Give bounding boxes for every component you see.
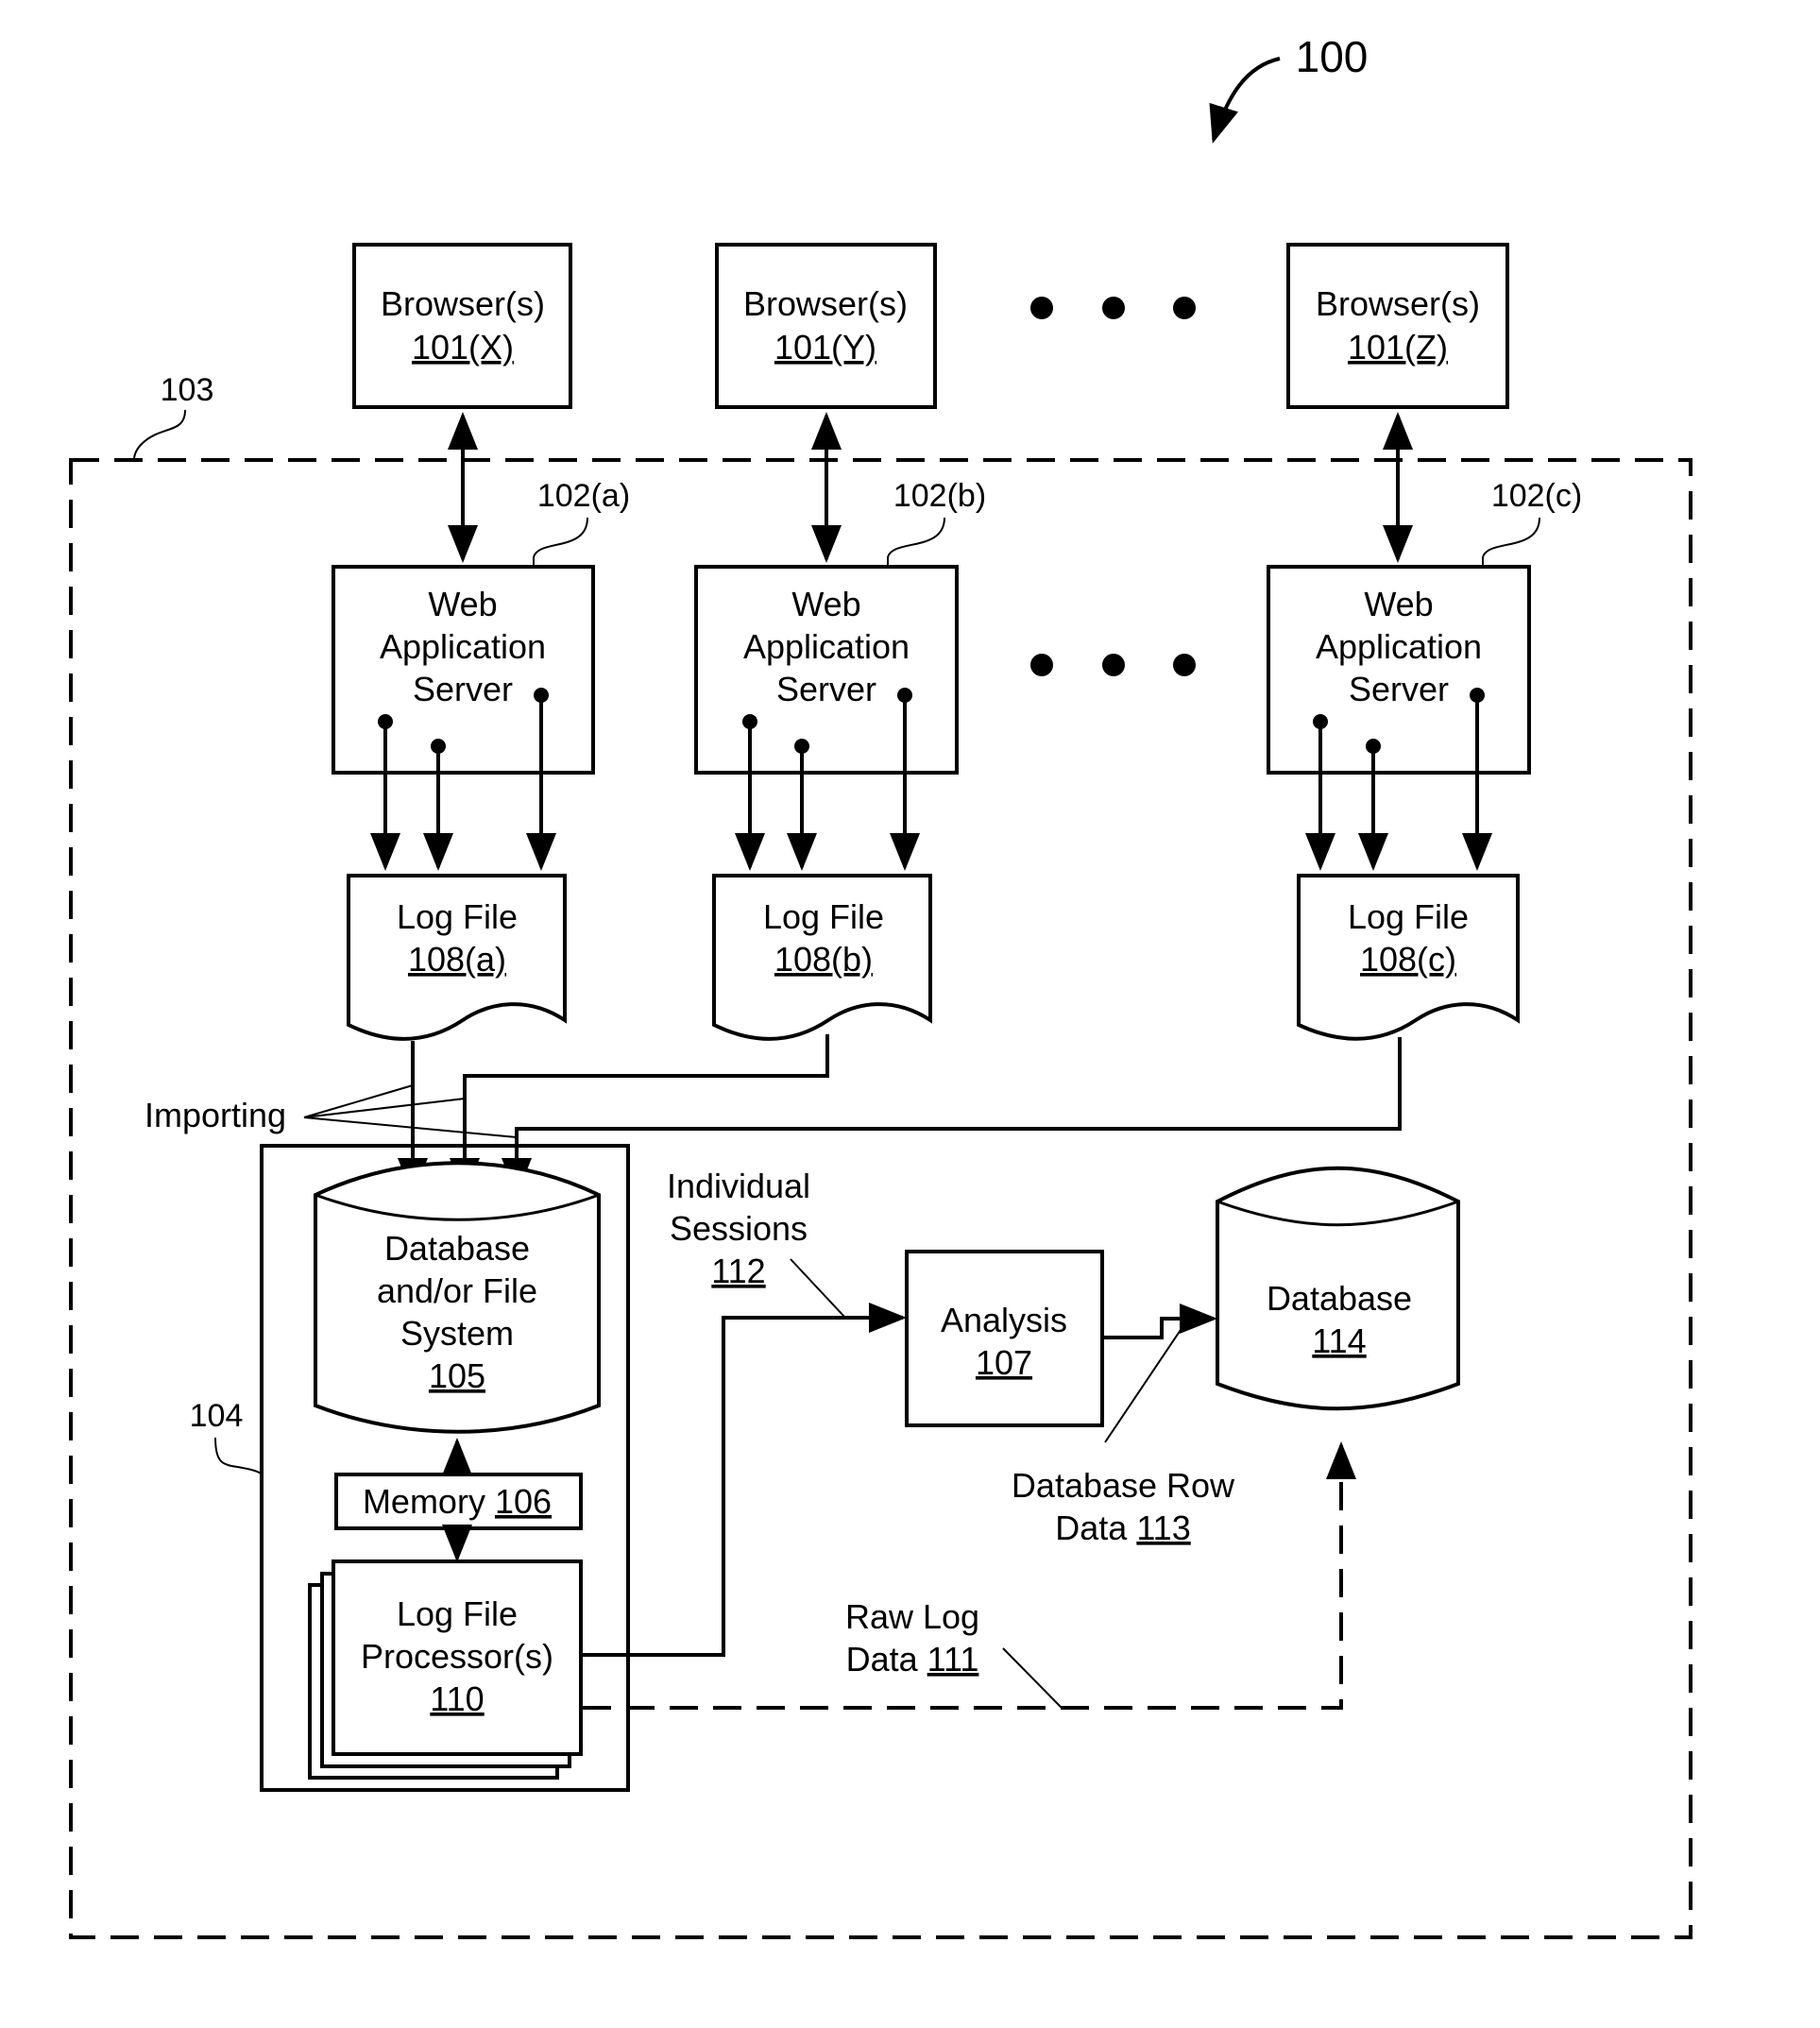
processor-110: Log File Processor(s) 110 — [308, 1559, 583, 1780]
analysis-107: Analysis 107 — [905, 1250, 1104, 1427]
server-c-line3: Server — [1349, 670, 1449, 708]
database-label: Database — [1267, 1279, 1412, 1318]
browser-y-ref: 101(Y) — [774, 328, 876, 366]
server-c: Web Application Server 102(c) — [1267, 478, 1582, 775]
row-data-arrow — [1104, 1304, 1217, 1339]
server-b-line2: Application — [743, 627, 910, 666]
server-c-line1: Web — [1364, 585, 1433, 623]
log-file-a-ref: 108(a) — [408, 940, 506, 979]
storage-line1: Database — [384, 1229, 530, 1268]
log-file-a-label: Log File — [397, 897, 518, 936]
sessions-label: Individual Sessions 112 — [667, 1167, 846, 1319]
database-114: Database 114 — [1216, 1166, 1460, 1411]
log-file-c-ref: 108(c) — [1360, 940, 1456, 979]
row-data-line1: Database Row — [1012, 1466, 1235, 1505]
memory-label: Memory 106 — [363, 1482, 552, 1521]
server-b: Web Application Server 102(b) — [694, 478, 986, 775]
memory-106: Memory 106 — [334, 1473, 583, 1530]
raw-log-label: Raw Log Data 111 — [845, 1597, 979, 1679]
server-a-line2: Application — [380, 627, 546, 666]
processor-line2: Processor(s) — [361, 1637, 553, 1676]
row-data-label: Database Row Data 113 — [1012, 1466, 1235, 1547]
system-ref-leader — [133, 409, 186, 461]
sessions-line1: Individual — [667, 1167, 810, 1205]
raw-log-leader — [1002, 1647, 1063, 1709]
storage-ref: 105 — [429, 1356, 485, 1395]
server-group-leader — [214, 1437, 263, 1476]
system-diagram: 100 103 Browser(s) 101(X) Browser(s) 101… — [69, 32, 1692, 1939]
server-b-ref: 102(b) — [893, 478, 986, 514]
storage-line2: and/or File — [377, 1271, 537, 1310]
system-ref: 103 — [161, 372, 214, 408]
log-file-c-label: Log File — [1348, 897, 1469, 936]
figure-ref: 100 — [1296, 32, 1369, 81]
import-line-c — [502, 1037, 1402, 1196]
raw-log-line2: Data 111 — [846, 1640, 979, 1679]
database-ref: 114 — [1312, 1321, 1366, 1360]
storage-line3: System — [400, 1314, 514, 1353]
sessions-line2: Sessions — [670, 1209, 808, 1248]
log-file-b-ref: 108(b) — [774, 940, 873, 979]
server-a: Web Application Server 102(a) — [332, 478, 630, 775]
server-a-ref: 102(a) — [537, 478, 630, 514]
processor-ref: 110 — [430, 1679, 484, 1718]
log-file-b: Log File 108(b) — [712, 874, 932, 1041]
importing-label: Importing — [145, 1096, 286, 1134]
row-data-line2: Data 113 — [1055, 1508, 1190, 1547]
analysis-label: Analysis — [941, 1301, 1067, 1339]
sessions-ref: 112 — [711, 1252, 765, 1290]
browser-z: Browser(s) 101(Z) — [1286, 243, 1509, 409]
row-data-leader — [1104, 1315, 1191, 1443]
server-b-line3: Server — [776, 670, 876, 708]
figure-ref-arrow — [1209, 57, 1281, 144]
browser-x-ref: 101(X) — [412, 328, 514, 366]
processor-line1: Log File — [397, 1594, 518, 1633]
log-file-c: Log File 108(c) — [1297, 874, 1520, 1041]
log-file-b-label: Log File — [763, 897, 884, 936]
server-a-line3: Server — [413, 670, 513, 708]
browser-ellipsis — [1030, 297, 1196, 319]
browser-y-label: Browser(s) — [743, 284, 908, 323]
browser-y: Browser(s) 101(Y) — [715, 243, 937, 409]
server-c-ref: 102(c) — [1491, 478, 1582, 514]
server-ellipsis — [1030, 654, 1196, 676]
browser-x: Browser(s) 101(X) — [352, 243, 572, 409]
server-c-line2: Application — [1316, 627, 1482, 666]
server-b-line1: Web — [791, 585, 860, 623]
browser-z-ref: 101(Z) — [1348, 328, 1448, 366]
server-group-ref: 104 — [190, 1398, 244, 1434]
storage-105: Database and/or File System 105 — [314, 1161, 601, 1434]
browser-z-label: Browser(s) — [1316, 284, 1480, 323]
browser-x-label: Browser(s) — [381, 284, 545, 323]
analysis-ref: 107 — [976, 1343, 1032, 1382]
server-a-line1: Web — [428, 585, 497, 623]
importing-leaders — [303, 1084, 518, 1138]
raw-log-line1: Raw Log — [845, 1597, 979, 1636]
log-file-a: Log File 108(a) — [347, 874, 567, 1041]
